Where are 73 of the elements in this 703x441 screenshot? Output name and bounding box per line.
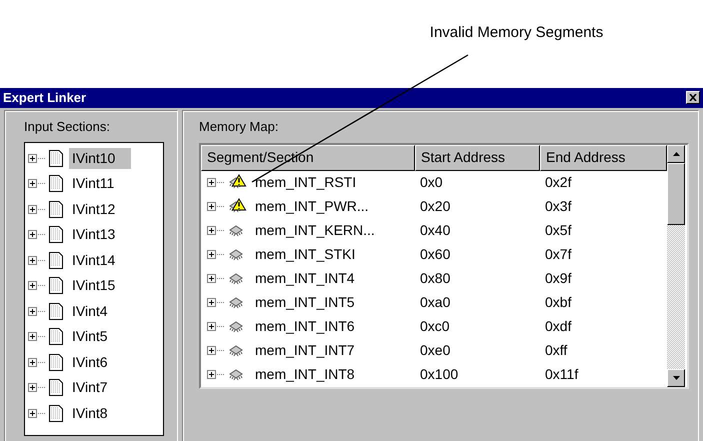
address-cell-text: 0x7f (544, 245, 572, 264)
document-icon (49, 252, 63, 269)
scroll-thumb[interactable] (667, 162, 685, 224)
expand-icon[interactable] (28, 281, 46, 290)
address-cell-text: 0xa0 (419, 293, 452, 312)
expand-icon[interactable] (207, 298, 225, 307)
segment-name[interactable]: mem_INT_INT7 (255, 340, 355, 361)
segment-name[interactable]: mem_INT_RSTI (255, 172, 356, 193)
expand-icon[interactable] (28, 230, 46, 240)
document-icon (49, 150, 63, 167)
document-icon (49, 175, 63, 192)
document-icon (49, 277, 63, 294)
address-cell-text: 0xdf (544, 317, 572, 336)
address-cell-text: 0x40 (419, 221, 452, 240)
address-cell-text: 0x11f (544, 365, 580, 384)
address-cell-text: 0x20 (419, 197, 452, 216)
expand-icon[interactable] (28, 408, 46, 418)
address-cell-text: 0x9f (544, 269, 572, 288)
annotation-label: Invalid Memory Segments (430, 23, 604, 40)
segment-name[interactable]: mem_INT_KERN... (255, 220, 375, 241)
close-button[interactable] (686, 91, 700, 104)
expand-icon[interactable] (28, 383, 46, 392)
up-arrow-icon (672, 152, 680, 156)
segment-name[interactable]: mem_INT_INT6 (255, 316, 355, 337)
tree-item[interactable]: IVint10 (69, 148, 131, 169)
expand-icon[interactable] (28, 358, 46, 367)
address-cell-text: 0xbf (544, 293, 572, 312)
scroll-up-button[interactable] (667, 144, 685, 162)
expand-icon[interactable] (207, 370, 225, 379)
expand-icon[interactable] (28, 256, 46, 265)
expand-icon[interactable] (207, 322, 225, 331)
scrollbar[interactable] (667, 144, 685, 386)
expand-icon[interactable] (28, 306, 46, 316)
address-cell-text: 0x60 (419, 245, 452, 264)
address-cell-text: 0x3f (544, 197, 572, 216)
segment-name[interactable]: mem_INT_PWR... (255, 196, 369, 217)
address-cell-text: 0x2f (544, 173, 572, 192)
address-cell-text: 0x0 (419, 173, 444, 192)
expand-icon[interactable] (207, 274, 225, 283)
address-cell-text: 0xe0 (419, 341, 452, 360)
address-cell-text: 0x100 (419, 365, 460, 384)
memory-map-label: Memory Map: (199, 118, 280, 134)
column-header[interactable]: Start Address (415, 144, 540, 170)
segment-name[interactable]: mem_INT_INT8 (255, 364, 355, 385)
scroll-down-button[interactable] (667, 368, 685, 386)
document-icon (49, 379, 63, 396)
column-header[interactable]: End Address (540, 144, 667, 170)
expand-icon[interactable] (207, 226, 225, 235)
document-icon (49, 200, 63, 218)
segment-name[interactable]: mem_INT_STKI (255, 244, 356, 265)
document-icon (49, 226, 63, 244)
document-icon (49, 328, 63, 346)
document-icon (49, 354, 63, 371)
address-cell-text: 0xff (544, 341, 568, 360)
input-sections-label: Input Sections: (24, 118, 111, 134)
segment-name[interactable]: mem_INT_INT4 (255, 268, 355, 289)
address-cell-text: 0xc0 (419, 317, 451, 336)
expand-icon[interactable] (207, 178, 225, 187)
expand-icon[interactable] (207, 202, 225, 211)
expand-icon[interactable] (28, 179, 46, 188)
document-icon (49, 404, 63, 422)
document-icon (49, 302, 63, 320)
expand-icon[interactable] (207, 346, 225, 355)
expand-icon[interactable] (207, 250, 225, 259)
window-title: Expert Linker (3, 89, 86, 107)
expand-icon[interactable] (28, 332, 46, 342)
expand-icon[interactable] (28, 154, 46, 163)
down-arrow-icon (672, 376, 680, 380)
address-cell-text: 0x80 (419, 269, 452, 288)
segment-name[interactable]: mem_INT_INT5 (255, 292, 355, 313)
expand-icon[interactable] (28, 204, 46, 214)
close-icon (689, 94, 697, 102)
address-cell-text: 0x5f (544, 221, 572, 240)
